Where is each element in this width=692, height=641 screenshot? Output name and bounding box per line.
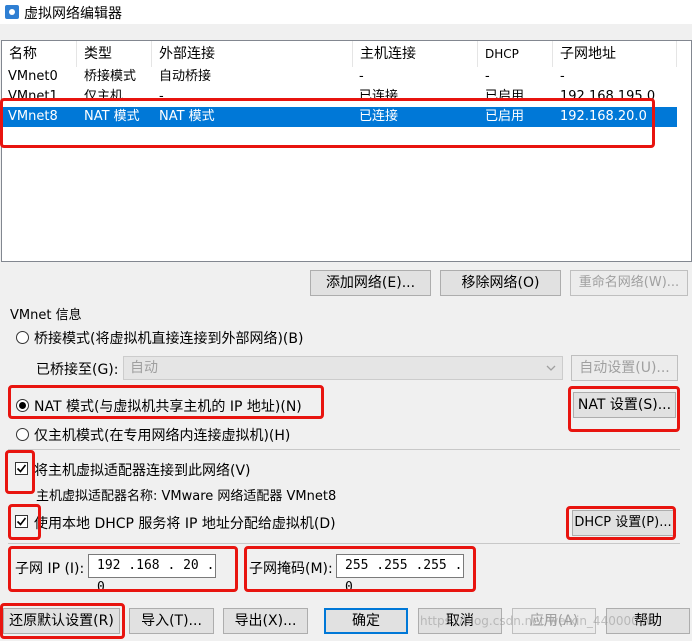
subnet-mask-label: 子网掩码(M): — [249, 561, 333, 577]
remove-network-button[interactable]: 移除网络(O) — [440, 270, 561, 296]
connect-adapter-checkbox[interactable] — [15, 462, 28, 475]
column-header-subnet[interactable]: 子网地址 — [553, 41, 677, 67]
cell-name: VMnet1 — [8, 89, 58, 101]
bridge-radio-label[interactable]: 桥接模式(将虚拟机直接连接到外部网络)(B) — [34, 328, 303, 348]
cell-dhcp: - — [485, 69, 490, 84]
import-button[interactable]: 导入(T)... — [129, 608, 214, 634]
cell-external: NAT 模式 — [159, 109, 215, 124]
bridged-to-select[interactable]: 自动 — [123, 356, 563, 380]
cell-type: 仅主机... — [84, 89, 136, 101]
cell-dhcp: 已启用 — [485, 89, 525, 101]
column-header-name[interactable]: 名称 — [2, 41, 77, 67]
column-header-external[interactable]: 外部连接 — [152, 41, 353, 67]
divider — [8, 543, 680, 544]
network-editor-icon — [5, 5, 19, 19]
rename-network-button[interactable]: 重命名网络(W)... — [570, 270, 688, 296]
subnet-ip-label: 子网 IP (I): — [15, 561, 85, 577]
dhcp-settings-button[interactable]: DHCP 设置(P)... — [572, 510, 674, 536]
column-header-type[interactable]: 类型 — [77, 41, 152, 67]
cell-host: 已连接 — [359, 89, 399, 101]
use-dhcp-label[interactable]: 使用本地 DHCP 服务将 IP 地址分配给虚拟机(D) — [34, 513, 336, 533]
table-row[interactable]: VMnet0 桥接模式 自动桥接 - - - — [2, 67, 677, 87]
use-dhcp-checkbox[interactable] — [15, 515, 28, 528]
cell-name: VMnet0 — [8, 69, 58, 84]
vmnet-info-group-label: VMnet 信息 — [10, 308, 82, 323]
ok-button[interactable]: 确定 — [324, 608, 408, 634]
cell-type: 桥接模式 — [84, 69, 137, 84]
cell-name: VMnet8 — [8, 109, 58, 124]
cell-external: 自动桥接 — [159, 69, 212, 84]
table-row[interactable]: VMnet1 仅主机... - 已连接 已启用 192.168.195.0 — [2, 87, 677, 101]
bridge-radio-button[interactable] — [16, 331, 29, 344]
nat-radio-button[interactable] — [16, 399, 29, 412]
connect-adapter-label[interactable]: 将主机虚拟适配器连接到此网络(V) — [34, 460, 251, 480]
subnet-mask-input[interactable]: 255 .255 .255 . 0 — [336, 554, 464, 595]
nat-radio-label[interactable]: NAT 模式(与虚拟机共享主机的 IP 地址)(N) — [34, 396, 302, 416]
restore-defaults-button[interactable]: 还原默认设置(R) — [3, 608, 120, 634]
cell-host: 已连接 — [359, 109, 399, 124]
subnet-ip-input[interactable]: 192 .168 . 20 . 0 — [88, 554, 216, 595]
nat-settings-button[interactable]: NAT 设置(S)... — [573, 392, 676, 418]
export-button[interactable]: 导出(X)... — [223, 608, 308, 634]
cell-subnet: - — [560, 69, 565, 84]
auto-settings-button[interactable]: 自动设置(U)... — [571, 355, 678, 381]
divider — [8, 449, 680, 450]
cell-host: - — [359, 69, 364, 84]
watermark: https://blog.csdn.net/weixin_44000000 — [420, 614, 655, 628]
column-header-dhcp[interactable]: DHCP — [478, 41, 553, 67]
bridged-to-label: 已桥接至(G): — [36, 362, 119, 378]
adapter-name-text: 主机虚拟适配器名称: VMware 网络适配器 VMnet8 — [36, 489, 337, 504]
table-row-selected[interactable]: VMnet8 NAT 模式 NAT 模式 已连接 已启用 192.168.20.… — [2, 107, 677, 127]
bridged-to-value: 自动 — [130, 360, 158, 376]
chevron-down-icon — [546, 365, 556, 371]
checkmark-icon — [16, 517, 27, 526]
cell-subnet: 192.168.195.0 — [560, 89, 656, 101]
title-bar: 虚拟网络编辑器 — [0, 0, 692, 24]
cell-type: NAT 模式 — [84, 109, 140, 124]
cell-subnet: 192.168.20.0 — [560, 109, 647, 124]
column-header-host[interactable]: 主机连接 — [353, 41, 478, 67]
host-only-radio-button[interactable] — [16, 428, 29, 441]
cell-external: - — [159, 89, 164, 101]
host-only-radio-label[interactable]: 仅主机模式(在专用网络内连接虚拟机)(H) — [34, 425, 290, 445]
add-network-button[interactable]: 添加网络(E)... — [310, 270, 431, 296]
cell-dhcp: 已启用 — [485, 109, 525, 124]
window-title: 虚拟网络编辑器 — [24, 6, 122, 22]
network-list[interactable]: 名称 类型 外部连接 主机连接 DHCP 子网地址 VMnet0 桥接模式 自动… — [1, 40, 692, 262]
checkmark-icon — [16, 464, 27, 473]
